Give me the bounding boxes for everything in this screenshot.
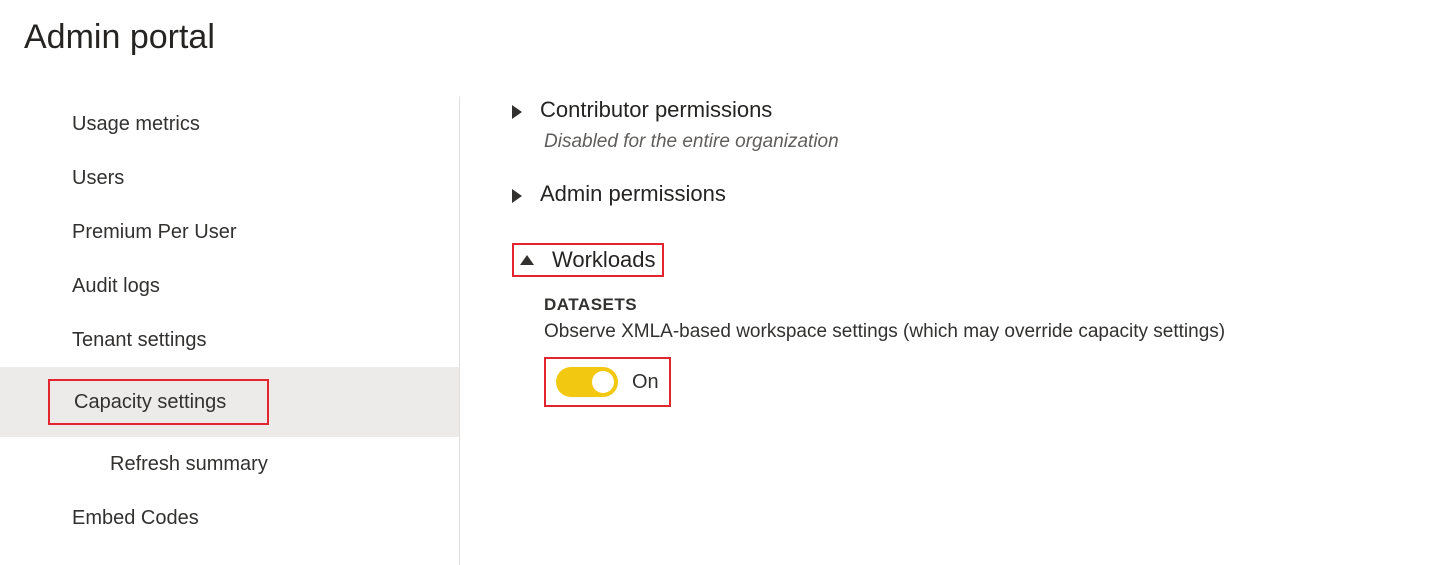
page-title: Admin portal	[0, 0, 1429, 57]
xmla-toggle[interactable]	[556, 367, 618, 397]
sidebar-item-refresh-summary[interactable]: Refresh summary	[0, 437, 459, 491]
chevron-up-icon	[520, 255, 534, 265]
datasets-heading: DATASETS	[544, 295, 1429, 315]
xmla-toggle-row: On	[556, 367, 659, 397]
highlight-box: Workloads	[512, 243, 664, 277]
section-workloads: Workloads DATASETS Observe XMLA-based wo…	[512, 243, 1429, 407]
sidebar-item-embed-codes[interactable]: Embed Codes	[0, 491, 459, 545]
workloads-header[interactable]: Workloads	[520, 247, 656, 273]
contributor-permissions-subtitle: Disabled for the entire organization	[544, 131, 1429, 153]
toggle-knob	[592, 371, 614, 393]
sidebar-item-users[interactable]: Users	[0, 151, 459, 205]
sidebar-item-premium-per-user[interactable]: Premium Per User	[0, 205, 459, 259]
datasets-description: Observe XMLA-based workspace settings (w…	[544, 321, 1429, 343]
admin-permissions-header[interactable]: Admin permissions	[512, 181, 1429, 207]
sidebar: Usage metrics Users Premium Per User Aud…	[0, 97, 460, 565]
sidebar-item-label: Capacity settings	[74, 391, 226, 413]
workloads-content: DATASETS Observe XMLA-based workspace se…	[544, 295, 1429, 407]
chevron-right-icon	[512, 189, 522, 203]
sidebar-item-usage-metrics[interactable]: Usage metrics	[0, 97, 459, 151]
workloads-title: Workloads	[552, 247, 656, 273]
sidebar-item-audit-logs[interactable]: Audit logs	[0, 259, 459, 313]
highlight-box: On	[544, 357, 671, 407]
admin-permissions-title: Admin permissions	[540, 181, 726, 207]
sidebar-item-tenant-settings[interactable]: Tenant settings	[0, 313, 459, 367]
section-contributor-permissions: Contributor permissions Disabled for the…	[512, 97, 1429, 153]
main-content: Contributor permissions Disabled for the…	[460, 97, 1429, 565]
contributor-permissions-title: Contributor permissions	[540, 97, 772, 123]
section-admin-permissions: Admin permissions	[512, 181, 1429, 207]
highlight-box: Capacity settings	[48, 379, 269, 425]
chevron-right-icon	[512, 105, 522, 119]
contributor-permissions-header[interactable]: Contributor permissions	[512, 97, 1429, 123]
xmla-toggle-label: On	[632, 371, 659, 394]
sidebar-item-capacity-settings[interactable]: Capacity settings	[0, 367, 459, 437]
